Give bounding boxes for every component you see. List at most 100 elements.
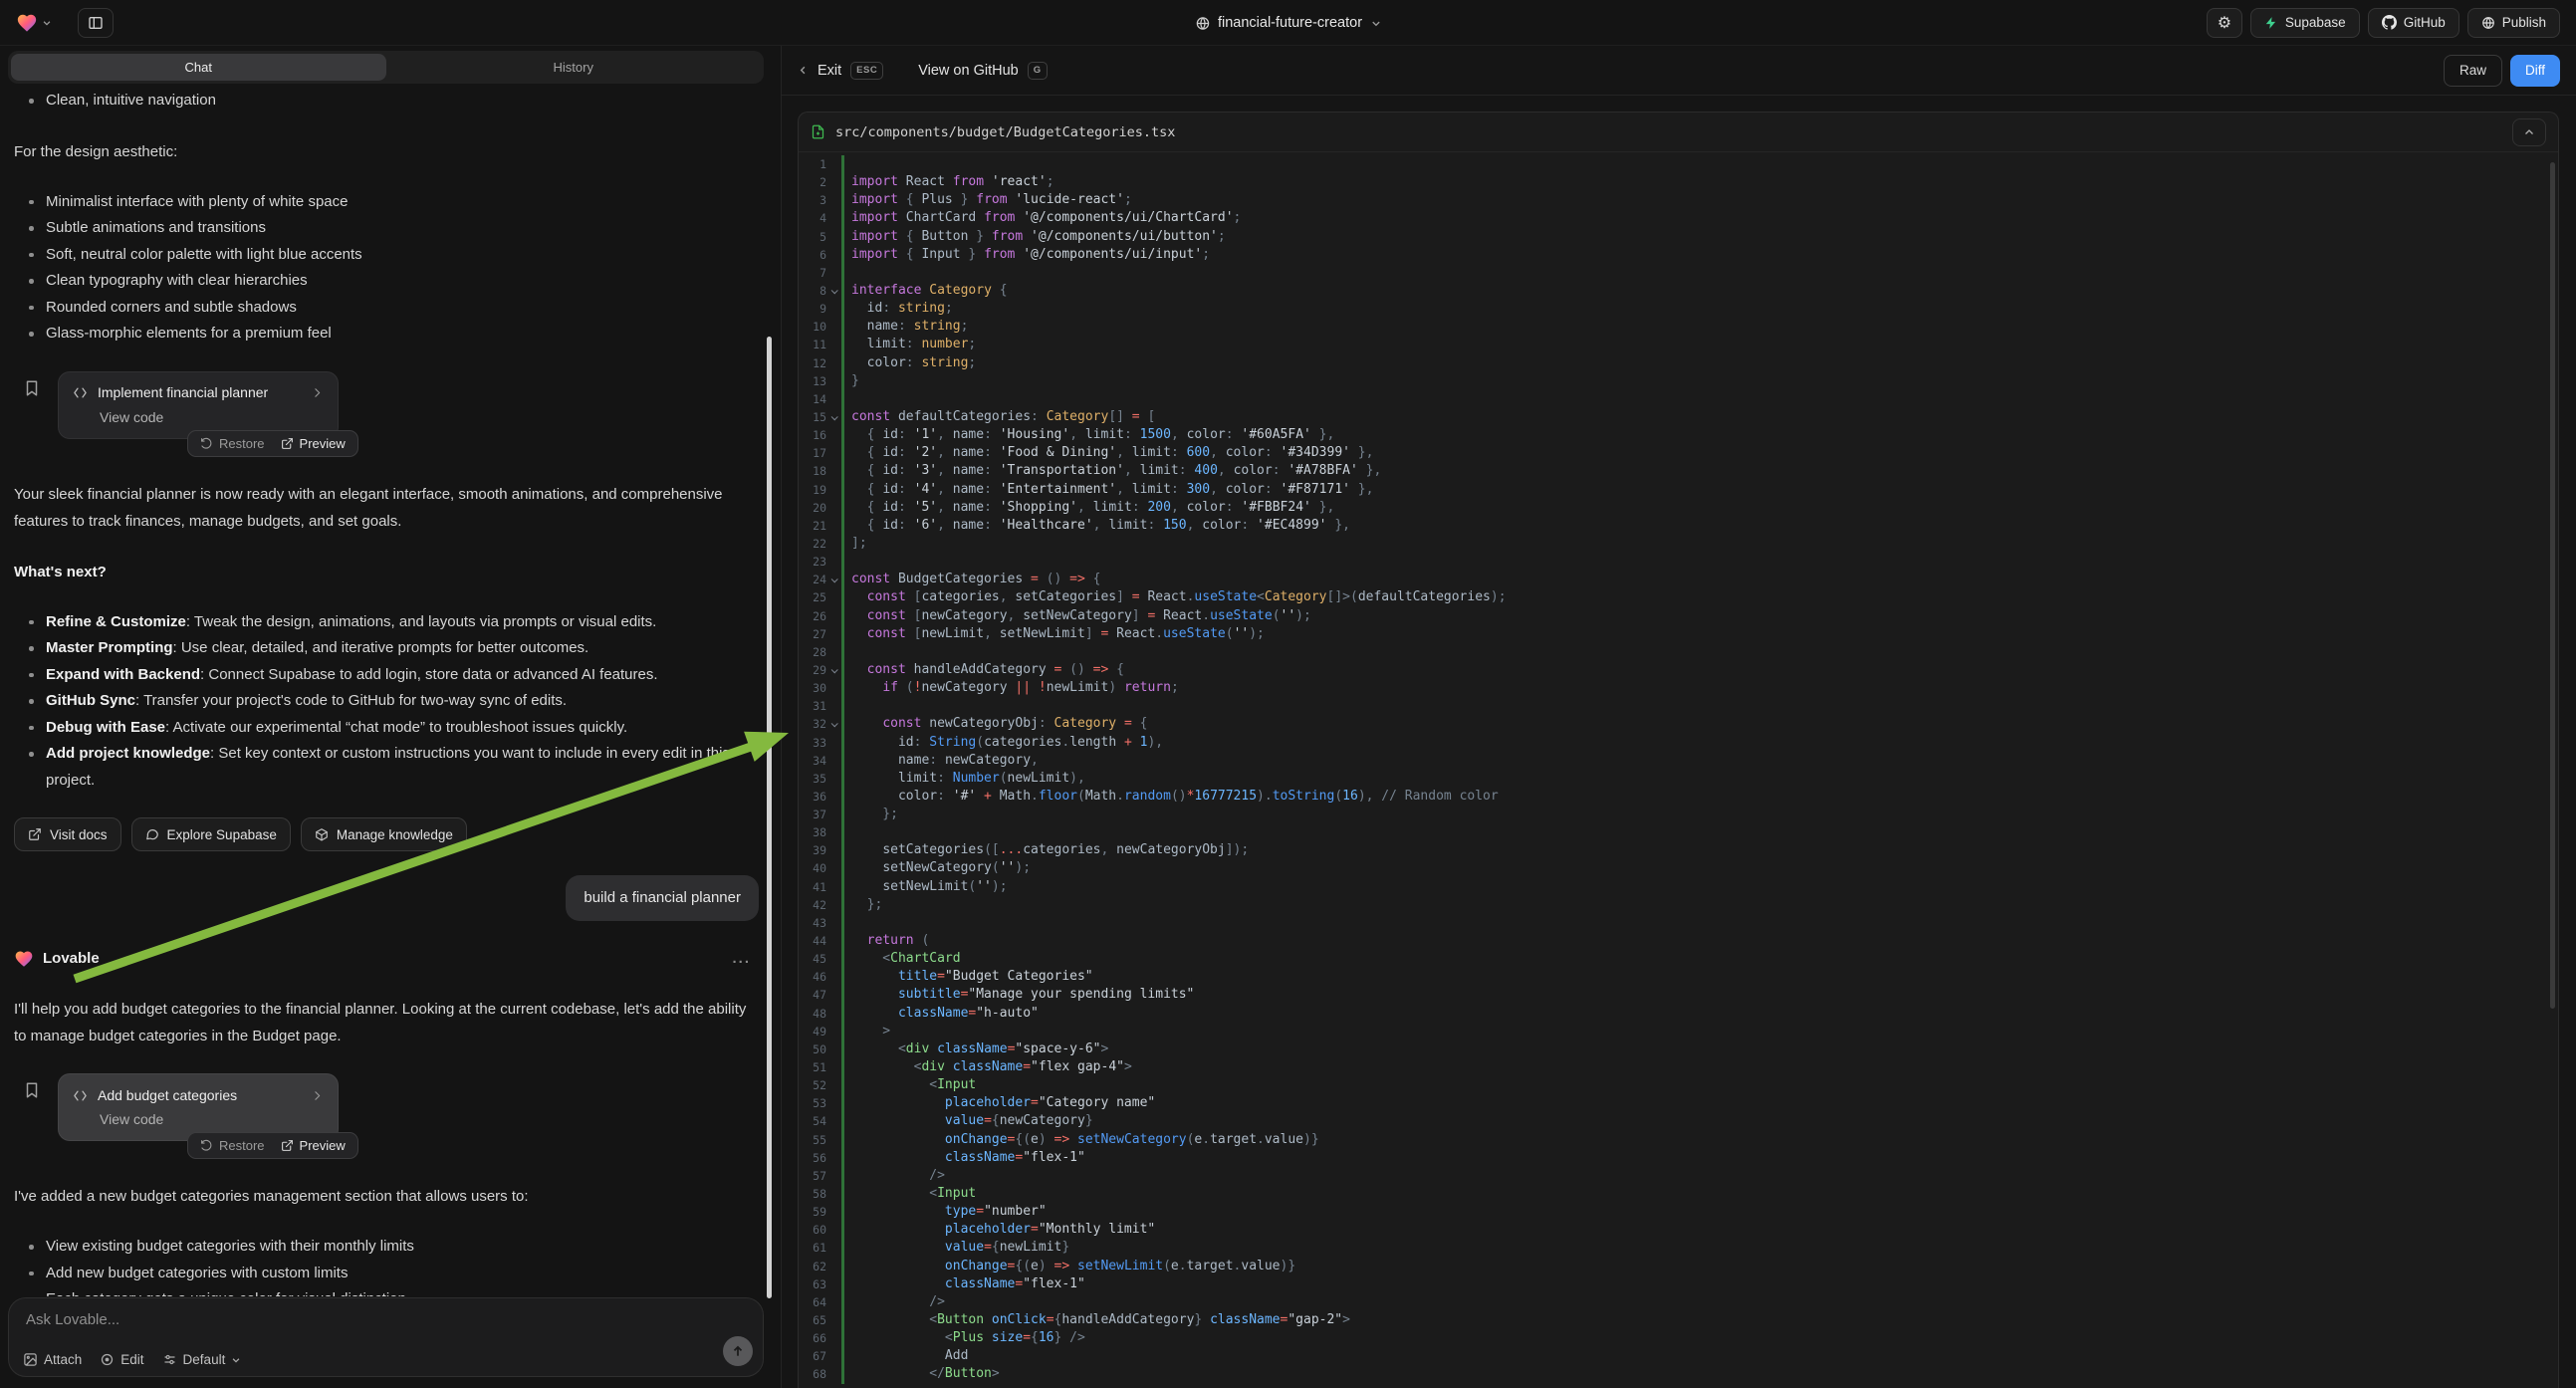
fold-spacer [826, 643, 841, 661]
list-item-text: : Tweak the design, animations, and layo… [186, 613, 656, 630]
github-button[interactable]: GitHub [2368, 8, 2459, 38]
chat-scrollbar[interactable] [767, 337, 772, 1298]
line-number: 23 [799, 553, 826, 571]
chat-input[interactable]: Ask Lovable... [26, 1311, 119, 1328]
line-number: 26 [799, 607, 826, 625]
preview-button[interactable]: Preview [281, 430, 346, 457]
line-number: 46 [799, 968, 826, 986]
raw-toggle-button[interactable]: Raw [2444, 55, 2502, 87]
fold-spacer [826, 752, 841, 770]
code-line: 50 <div className="space-y-6"> [799, 1041, 2548, 1058]
fold-spacer [826, 625, 841, 643]
diff-added-stripe [841, 1094, 844, 1112]
user-message-bubble: build a financial planner [566, 875, 759, 921]
diff-toggle-button[interactable]: Diff [2510, 55, 2560, 87]
code-line: 39 setCategories([...categories, newCate… [799, 841, 2548, 859]
code-text: <div className="space-y-6"> [844, 1041, 1108, 1058]
line-number: 42 [799, 896, 826, 914]
list-item: Glass-morphic elements for a premium fee… [46, 321, 759, 347]
fold-spacer [826, 1041, 841, 1058]
code-text: { id: '6', name: 'Healthcare', limit: 15… [844, 517, 1350, 535]
fold-chevron-icon[interactable] [826, 715, 841, 733]
fold-spacer [826, 1329, 841, 1347]
publish-button[interactable]: Publish [2467, 8, 2560, 38]
line-number: 57 [799, 1167, 826, 1185]
send-button[interactable] [723, 1336, 753, 1366]
lovable-logo-menu[interactable] [16, 12, 52, 34]
file-added-icon [811, 124, 825, 139]
code-scrollbar[interactable] [2550, 162, 2555, 1009]
restore-button[interactable]: Restore [200, 1132, 265, 1159]
version-card-wrap: Add budget categoriesView codeRestore Pre… [14, 1073, 759, 1159]
fold-chevron-icon[interactable] [826, 661, 841, 679]
version-card-title: Add budget categories [98, 1082, 301, 1109]
view-on-github-button[interactable]: View on GitHub G [918, 62, 1047, 80]
explore-supabase-button[interactable]: Explore Supabase [131, 817, 291, 851]
project-switcher[interactable]: financial-future-creator [1195, 0, 1381, 46]
code-line: 61 value={newLimit} [799, 1239, 2548, 1257]
diff-added-stripe [841, 246, 844, 264]
fold-chevron-icon[interactable] [826, 408, 841, 426]
manage-knowledge-button[interactable]: Manage knowledge [301, 817, 467, 851]
fold-spacer [826, 914, 841, 932]
list-item-text: : Transfer your project's code to GitHub… [135, 692, 567, 709]
line-number: 58 [799, 1185, 826, 1203]
diff-added-stripe [841, 752, 844, 770]
exit-button[interactable]: Exit ESC [798, 62, 883, 80]
fold-chevron-icon[interactable] [826, 571, 841, 588]
diff-added-stripe [841, 1149, 844, 1167]
fold-spacer [826, 1185, 841, 1203]
github-icon [2382, 15, 2397, 30]
code-text: Add [844, 1347, 968, 1365]
fold-chevron-icon[interactable] [826, 282, 841, 300]
restore-button[interactable]: Restore [200, 430, 265, 457]
code-text: id: String(categories.length + 1), [844, 734, 1163, 752]
preview-button[interactable]: Preview [281, 1132, 346, 1159]
code-text: } [844, 372, 859, 390]
model-selector[interactable]: Default [162, 1352, 242, 1367]
code-line: 54 value={newCategory} [799, 1112, 2548, 1130]
line-number: 44 [799, 932, 826, 950]
line-number: 5 [799, 228, 826, 246]
code-line: 21 { id: '6', name: 'Healthcare', limit:… [799, 517, 2548, 535]
diff-added-stripe [841, 643, 844, 661]
file-header[interactable]: src/components/budget/BudgetCategories.t… [799, 113, 2558, 152]
supabase-button[interactable]: Supabase [2250, 8, 2360, 38]
tab-chat[interactable]: Chat [11, 54, 386, 81]
tab-history[interactable]: History [386, 54, 762, 81]
visit-docs-button[interactable]: Visit docs [14, 817, 121, 851]
diff-added-stripe [841, 588, 844, 606]
restore-icon [200, 437, 213, 450]
code-line: 38 [799, 823, 2548, 841]
version-card[interactable]: Add budget categoriesView code [58, 1073, 339, 1141]
view-code-link[interactable]: View code [73, 405, 324, 429]
line-number: 14 [799, 390, 826, 408]
list-item: Clean, intuitive navigation [46, 88, 759, 115]
list-item: Master Prompting: Use clear, detailed, a… [46, 635, 759, 662]
code-line: 27 const [newLimit, setNewLimit] = React… [799, 625, 2548, 643]
code-text: name: newCategory, [844, 752, 1039, 770]
code-line: 59 type="number" [799, 1203, 2548, 1221]
diff-added-stripe [841, 841, 844, 859]
line-number: 62 [799, 1258, 826, 1275]
supabase-label: Supabase [2285, 15, 2346, 30]
attach-button[interactable]: Attach [23, 1352, 82, 1367]
version-card[interactable]: Implement financial plannerView code [58, 371, 339, 439]
fold-spacer [826, 444, 841, 462]
edit-mode-button[interactable]: Edit [100, 1352, 143, 1367]
chevron-down-icon [1370, 18, 1381, 29]
list-item-bold: GitHub Sync [46, 692, 135, 709]
diff-added-stripe [841, 823, 844, 841]
package-icon [315, 827, 329, 841]
bullet-list: Refine & Customize: Tweak the design, an… [14, 609, 759, 795]
code-text [844, 155, 851, 173]
settings-button[interactable]: ⚙ [2207, 8, 2242, 38]
fold-spacer [826, 318, 841, 336]
diff-added-stripe [841, 517, 844, 535]
toggle-sidebar-button[interactable] [78, 8, 114, 38]
message-menu-button[interactable]: ... [732, 945, 759, 972]
fold-spacer [826, 1347, 841, 1365]
chat-composer[interactable]: Ask Lovable... Attach Edit Default [8, 1297, 764, 1377]
view-code-link[interactable]: View code [73, 1107, 324, 1131]
collapse-file-button[interactable] [2512, 118, 2546, 146]
